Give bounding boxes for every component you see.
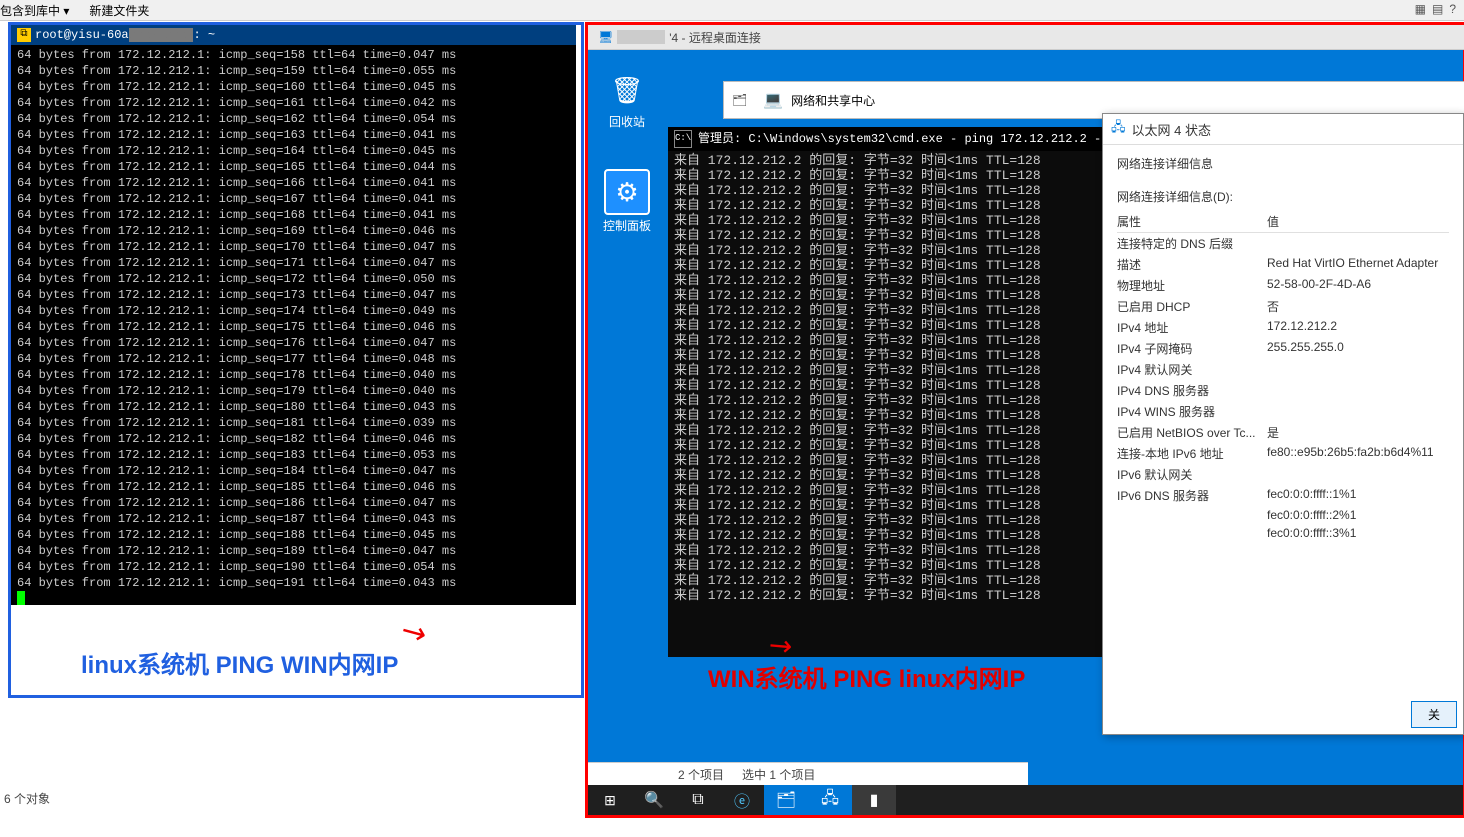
recycle-bin-icon: 🗑 — [606, 69, 648, 111]
rdp-title-text: '4 - 远程桌面连接 — [669, 29, 761, 46]
putty-title-text: root@yisu-60axxxxxxxxx: ~ — [35, 25, 215, 45]
taskbar-app-network[interactable]: 🖧 — [808, 785, 852, 815]
table-row: IPv6 默认网关 — [1117, 464, 1449, 485]
table-row: IPv4 默认网关 — [1117, 359, 1449, 380]
control-panel-label: 控制面板 — [592, 217, 662, 234]
control-panel[interactable]: ⚙ 控制面板 — [592, 169, 662, 234]
rdp-icon: 🖥 — [598, 30, 613, 44]
table-row: IPv4 地址172.12.212.2 — [1117, 317, 1449, 338]
recycle-bin-label: 回收站 — [592, 113, 662, 130]
toolbar-newfolder[interactable]: 新建文件夹 — [89, 2, 149, 19]
status-selected-count: 选中 1 个项目 — [742, 766, 815, 783]
network-center-icon: 💻 — [763, 90, 783, 110]
taskbar-app-explorer[interactable]: 🗂 — [764, 785, 808, 815]
remote-desktop[interactable]: 🗑 回收站 ⚙ 控制面板 🗂 💻 网络和共享中心 C:\ 管理员: C:\Win… — [588, 49, 1463, 815]
explorer-breadcrumb[interactable]: 网络和共享中心 — [791, 92, 875, 109]
table-row: 连接-本地 IPv6 地址fe80::e95b:26b5:fa2b:b6d4%1… — [1117, 443, 1449, 464]
host-statusbar: 6 个对象 — [4, 790, 50, 807]
putty-window[interactable]: ⧉ root@yisu-60axxxxxxxxx: ~ 64 bytes fro… — [11, 25, 576, 605]
ethernet-status-dialog[interactable]: 🖧 以太网 4 状态 网络连接详细信息 网络连接详细信息(D): 属性 值 连接… — [1102, 113, 1464, 735]
ethernet-icon: 🖧 — [1111, 118, 1126, 140]
table-header-prop: 属性 — [1117, 211, 1267, 233]
cmd-title-text: 管理员: C:\Windows\system32\cmd.exe - ping … — [698, 127, 1108, 151]
table-row: IPv6 DNS 服务器fec0:0:0:ffff::1%1 — [1117, 485, 1449, 506]
cmd-window[interactable]: C:\ 管理员: C:\Windows\system32\cmd.exe - p… — [668, 127, 1168, 657]
putty-terminal-body[interactable]: 64 bytes from 172.12.212.1: icmp_seq=158… — [11, 45, 576, 607]
cmd-icon: C:\ — [674, 130, 692, 148]
recycle-bin[interactable]: 🗑 回收站 — [592, 69, 662, 130]
table-row: 已启用 NetBIOS over Tc...是 — [1117, 422, 1449, 443]
search-button[interactable]: 🔍 — [632, 785, 676, 815]
view-list-icon[interactable]: ▤ — [1432, 2, 1443, 16]
table-row: 物理地址52-58-00-2F-4D-A6 — [1117, 275, 1449, 296]
table-row: fec0:0:0:ffff::3%1 — [1117, 524, 1449, 542]
table-row: fec0:0:0:ffff::2%1 — [1117, 506, 1449, 524]
help-icon[interactable]: ? — [1449, 2, 1456, 16]
taskbar-app-cmd[interactable]: ▮ — [852, 785, 896, 815]
cmd-terminal-body[interactable]: 来自 172.12.212.2 的回复: 字节=32 时间<1ms TTL=12… — [668, 151, 1168, 655]
table-row: 描述Red Hat VirtIO Ethernet Adapter — [1117, 254, 1449, 275]
network-details-table: 属性 值 连接特定的 DNS 后缀描述Red Hat VirtIO Ethern… — [1117, 211, 1449, 542]
dialog-titlebar[interactable]: 🖧 以太网 4 状态 — [1103, 114, 1463, 145]
right-windows-panel: 🖥 xxxxxxxx '4 - 远程桌面连接 🗑 回收站 ⚙ 控制面板 🗂 💻 … — [585, 22, 1464, 818]
explorer-app-icon: 🗂 — [732, 93, 747, 107]
left-linux-panel: ⧉ root@yisu-60axxxxxxxxx: ~ 64 bytes fro… — [8, 22, 584, 698]
putty-titlebar[interactable]: ⧉ root@yisu-60axxxxxxxxx: ~ — [11, 25, 576, 45]
left-caption: linux系统机 PING WIN内网IP — [81, 645, 398, 680]
table-row: IPv4 子网掩码255.255.255.0 — [1117, 338, 1449, 359]
table-header-val: 值 — [1267, 211, 1449, 233]
control-panel-icon: ⚙ — [604, 169, 650, 215]
view-tiles-icon[interactable]: ▦ — [1415, 2, 1426, 16]
host-toolbar: 包含到库中 ▾ 新建文件夹 — [0, 0, 1464, 21]
ie-button[interactable]: ⓔ — [720, 785, 764, 815]
table-row: 连接特定的 DNS 后缀 — [1117, 233, 1449, 255]
putty-icon: ⧉ — [17, 28, 31, 42]
status-item-count: 2 个项目 — [678, 766, 724, 783]
windows-taskbar[interactable]: ⊞ 🔍 ⧉ ⓔ 🗂 🖧 ▮ — [588, 785, 1463, 815]
rdp-titlebar[interactable]: 🖥 xxxxxxxx '4 - 远程桌面连接 — [588, 25, 1464, 50]
toolbar-include[interactable]: 包含到库中 ▾ — [0, 2, 69, 19]
dialog-d-label: 网络连接详细信息(D): — [1117, 188, 1449, 205]
annotation-arrow-icon: ↘ — [394, 611, 433, 654]
table-row: 已启用 DHCP否 — [1117, 296, 1449, 317]
task-view-button[interactable]: ⧉ — [676, 785, 720, 815]
start-button[interactable]: ⊞ — [588, 785, 632, 815]
dialog-section-title: 网络连接详细信息 — [1117, 155, 1449, 172]
right-caption: WIN系统机 PING linux内网IP — [708, 659, 1025, 694]
explorer-statusbar: 2 个项目 选中 1 个项目 — [588, 762, 1028, 785]
table-row: IPv4 DNS 服务器 — [1117, 380, 1449, 401]
close-button[interactable]: 关 — [1411, 701, 1457, 728]
toolbar-right: ▦ ▤ ? — [1415, 2, 1456, 16]
dialog-title-text: 以太网 4 状态 — [1132, 120, 1211, 139]
cmd-titlebar[interactable]: C:\ 管理员: C:\Windows\system32\cmd.exe - p… — [668, 127, 1168, 151]
table-row: IPv4 WINS 服务器 — [1117, 401, 1449, 422]
